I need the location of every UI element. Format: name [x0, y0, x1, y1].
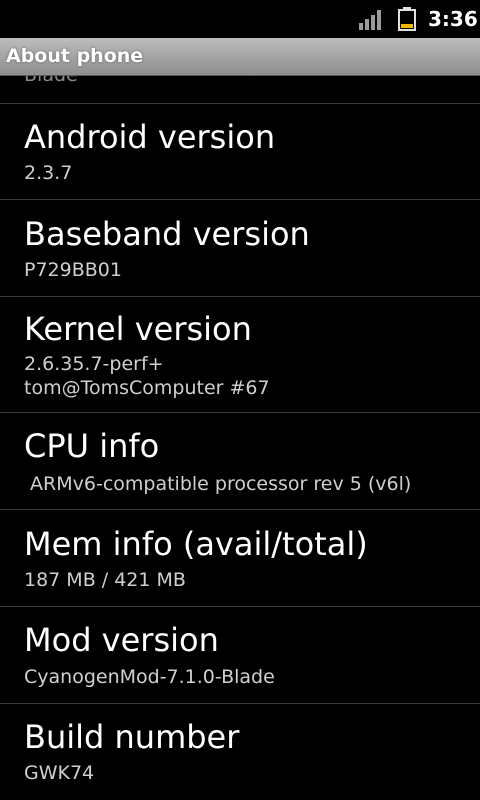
signal-bars-icon	[359, 10, 381, 30]
battery-icon	[398, 7, 416, 31]
list-item-baseband-version[interactable]: Baseband version P729BB01	[0, 200, 480, 296]
item-title: Baseband version	[24, 215, 310, 253]
item-title: Mod version	[24, 621, 219, 659]
item-title: Kernel version	[24, 310, 252, 348]
list-item-android-version[interactable]: Android version 2.3.7	[0, 104, 480, 199]
page-title: About phone	[6, 45, 144, 67]
item-summary: 2.6.35.7-perf+ tom@TomsComputer #67	[24, 353, 270, 399]
item-title: Build number	[24, 718, 240, 756]
list-item-kernel-version[interactable]: Kernel version 2.6.35.7-perf+ tom@TomsCo…	[0, 297, 480, 412]
list-item-cpu-info[interactable]: CPU info ARMv6-compatible processor rev …	[0, 413, 480, 509]
title-bar: About phone	[0, 38, 480, 76]
item-summary: 2.3.7	[24, 162, 73, 184]
list-item-build-number[interactable]: Build number GWK74	[0, 704, 480, 800]
partial-item-summary: Blade	[24, 76, 78, 86]
status-bar: 3:36	[0, 0, 480, 38]
item-summary: GWK74	[24, 762, 95, 784]
item-summary: P729BB01	[24, 259, 122, 281]
item-title: CPU info	[24, 427, 160, 465]
clock: 3:36	[428, 7, 478, 31]
list-item-mod-version[interactable]: Mod version CyanogenMod-7.1.0-Blade	[0, 607, 480, 703]
item-summary: ARMv6-compatible processor rev 5 (v6l)	[24, 473, 412, 495]
item-title: Android version	[24, 118, 276, 156]
list-item-mem-info[interactable]: Mem info (avail/total) 187 MB / 421 MB	[0, 510, 480, 606]
item-summary: CyanogenMod-7.1.0-Blade	[24, 666, 275, 688]
item-title: Mem info (avail/total)	[24, 525, 368, 563]
list-item-partial[interactable]: Blade	[0, 76, 480, 103]
item-summary: 187 MB / 421 MB	[24, 569, 186, 591]
